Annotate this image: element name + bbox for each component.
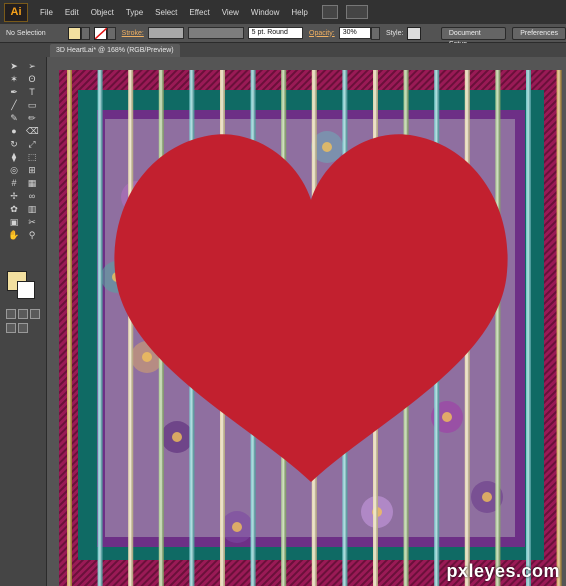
flower-center [232, 522, 242, 532]
screen-mode-icon[interactable] [18, 323, 28, 333]
vertical-bar-shine [526, 70, 531, 586]
free-transform-icon[interactable]: ⬚ [26, 152, 38, 162]
fill-swatch[interactable] [67, 26, 82, 40]
menu-type[interactable]: Type [120, 8, 149, 17]
opacity-label[interactable]: Opacity: [309, 30, 335, 37]
fill-dropdown[interactable] [81, 26, 90, 40]
bridge-icon[interactable] [321, 5, 338, 19]
style-swatch[interactable] [407, 26, 421, 40]
graph-icon[interactable]: ▥ [26, 204, 38, 214]
rectangle-icon[interactable]: ▭ [26, 100, 38, 110]
vertical-bar-shine [67, 70, 72, 586]
flower-center [482, 492, 492, 502]
artwork [59, 70, 562, 586]
tools-panel: ➤ ➢ ✶ ʘ ✒ T ╱ ▭ ✎ ✏ ● ⌫ ↻ ⤢ ⧫ ⬚ ◎ ⊞ # ▦ ✢ ∞ ✿ ▥ ▣ ✂ ✋ ⚲ [0, 43, 47, 586]
perspective-icon[interactable]: ⊞ [26, 165, 38, 175]
rotate-icon[interactable]: ↻ [8, 139, 20, 149]
arrange-documents-icon[interactable] [345, 5, 368, 19]
line-icon[interactable]: ╱ [8, 100, 20, 110]
draw-mode-icon[interactable] [6, 323, 16, 333]
paintbrush-icon[interactable]: ✎ [8, 113, 20, 123]
menu-window[interactable]: Window [245, 8, 285, 17]
flower-center [322, 142, 332, 152]
color-mode-icon[interactable] [6, 309, 16, 319]
watermark: pxleyes.com [446, 561, 560, 581]
pen-icon[interactable]: ✒ [8, 87, 20, 97]
width-icon[interactable]: ⧫ [8, 152, 20, 162]
vertical-bar-shine [128, 70, 134, 586]
no-stroke-icon [94, 27, 107, 39]
opacity-dropdown[interactable] [371, 26, 380, 40]
brush-definition-field[interactable]: 5 pt. Round [247, 27, 303, 39]
blob-brush-icon[interactable]: ● [8, 126, 20, 136]
gradient-icon[interactable]: ▦ [26, 178, 38, 188]
vertical-bar-shine [556, 70, 562, 586]
eraser-icon[interactable]: ⌫ [26, 126, 39, 136]
artboard-canvas[interactable]: pxleyes.com [47, 57, 566, 586]
blend-icon[interactable]: ∞ [26, 191, 38, 201]
menu-select[interactable]: Select [149, 8, 183, 17]
mesh-icon[interactable]: # [8, 178, 20, 188]
menu-help[interactable]: Help [285, 8, 313, 17]
control-bar: No Selection Stroke: 5 pt. Round Opacity… [0, 24, 566, 48]
eyedropper-icon[interactable]: ✢ [8, 191, 20, 201]
hand-icon[interactable]: ✋ [8, 230, 20, 240]
selection-icon[interactable]: ➤ [8, 61, 20, 71]
stroke-weight-field[interactable] [147, 27, 185, 39]
preferences-button[interactable]: Preferences [512, 26, 566, 40]
none-mode-icon[interactable] [30, 309, 40, 319]
stroke-swatch[interactable] [93, 26, 108, 40]
lasso-icon[interactable]: ʘ [26, 74, 38, 84]
app-logo: Ai [4, 2, 28, 22]
stroke-label[interactable]: Stroke: [122, 30, 144, 37]
pencil-icon[interactable]: ✏ [26, 113, 38, 123]
magic-wand-icon[interactable]: ✶ [8, 74, 20, 84]
menu-object[interactable]: Object [85, 8, 120, 17]
menu-file[interactable]: File [34, 8, 59, 17]
direct-selection-icon[interactable]: ➢ [26, 61, 38, 71]
stroke-color-swatch[interactable] [17, 281, 35, 299]
zoom-icon[interactable]: ⚲ [26, 230, 38, 240]
menu-bar: Ai File Edit Object Type Select Effect V… [0, 0, 566, 24]
symbol-sprayer-icon[interactable]: ✿ [8, 204, 20, 214]
stroke-dropdown[interactable] [107, 26, 116, 40]
document-tab[interactable]: 3D HeartLai* @ 168% (RGB/Preview) [50, 44, 180, 57]
menu-view[interactable]: View [216, 8, 245, 17]
style-label: Style: [385, 29, 404, 37]
variable-width-field[interactable] [188, 27, 244, 39]
selection-status: No Selection [6, 29, 46, 37]
document-setup-button[interactable]: Document Setup [440, 26, 507, 48]
slice-icon[interactable]: ✂ [26, 217, 38, 227]
menu-edit[interactable]: Edit [59, 8, 85, 17]
opacity-field[interactable]: 30% [338, 27, 372, 39]
vertical-bar-shine [97, 70, 103, 586]
flower-center [172, 432, 182, 442]
type-icon[interactable]: T [26, 87, 38, 97]
shape-builder-icon[interactable]: ◎ [8, 165, 20, 175]
artboard-icon[interactable]: ▣ [8, 217, 20, 227]
gradient-mode-icon[interactable] [18, 309, 28, 319]
document-tab-bar: 3D HeartLai* @ 168% (RGB/Preview) [46, 43, 566, 57]
menu-effect[interactable]: Effect [183, 8, 215, 17]
flower-center [442, 412, 452, 422]
flower-center [142, 352, 152, 362]
vertical-bar-shine [495, 70, 501, 586]
scale-icon[interactable]: ⤢ [26, 139, 38, 149]
